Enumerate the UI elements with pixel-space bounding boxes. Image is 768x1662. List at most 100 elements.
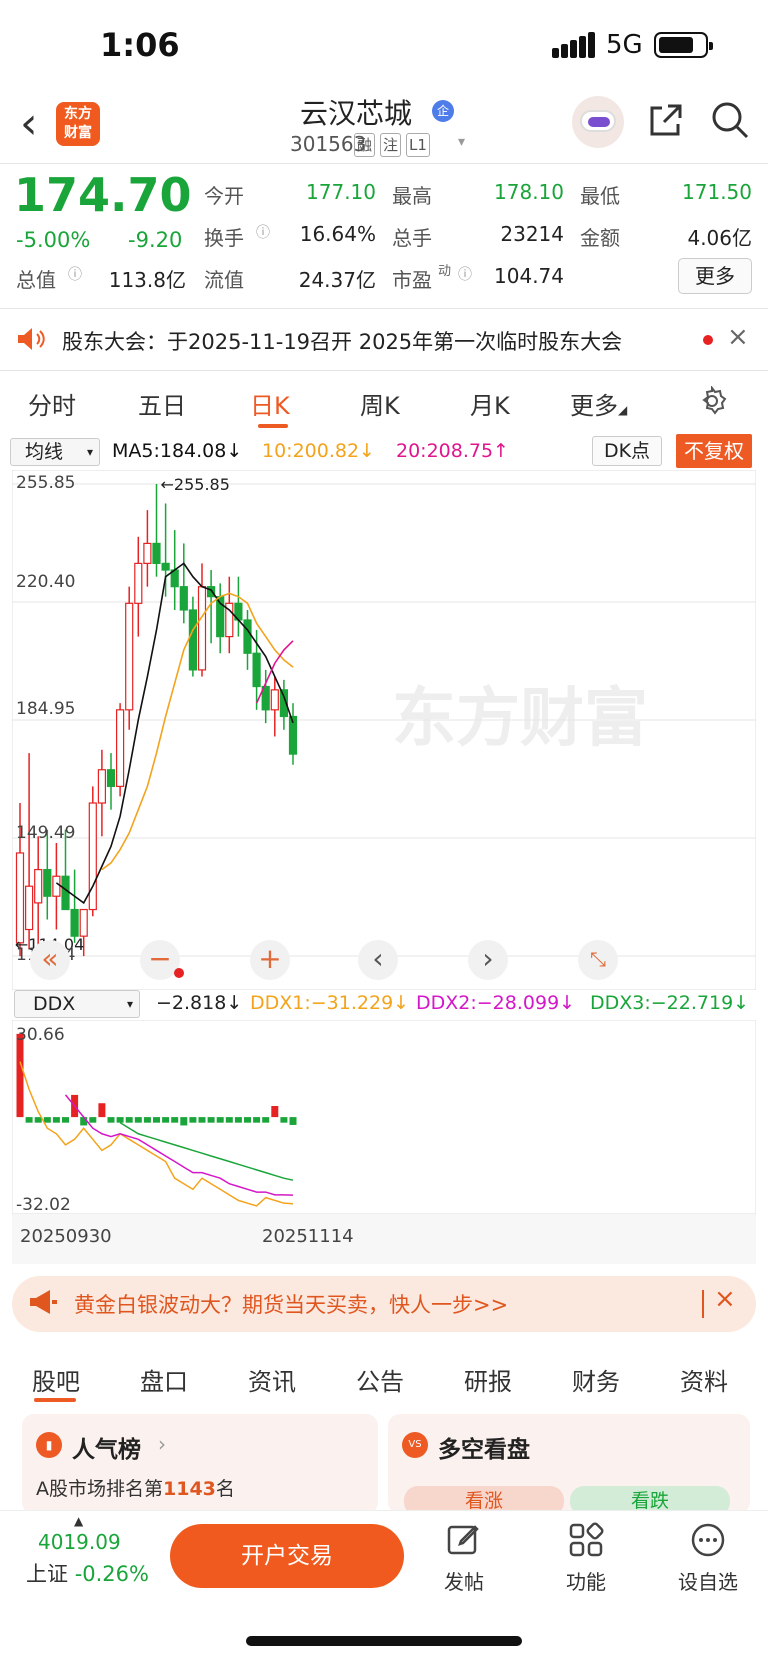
enterprise-badge-icon: 企 [432,100,454,122]
index-value[interactable]: 4019.09 [38,1530,121,1554]
candle-body [179,586,188,611]
quote-value-pe: 104.74 [494,264,564,288]
grid-icon[interactable] [568,1522,604,1558]
ddx-bar [171,1117,179,1123]
search-icon[interactable] [710,100,750,140]
ddx-bar [89,1117,97,1123]
open-account-trade-button[interactable]: 开户交易 [170,1524,404,1588]
active-tab-indicator [34,1398,76,1402]
candle-body [270,689,279,711]
tab-finance[interactable]: 财务 [572,1362,620,1397]
divider [702,1290,704,1318]
tab-intraday[interactable]: 分时 [28,386,76,421]
tag-level: L1 [406,133,430,157]
next-button[interactable]: › [468,940,508,980]
shareholder-meeting-notice[interactable]: 股东大会：于2025-11-19召开 2025年第一次临时股东大会 [62,326,622,356]
tab-announcements[interactable]: 公告 [356,1362,404,1397]
quote-value-low: 171.50 [682,180,752,204]
index-change[interactable]: 上证 -0.26% [26,1558,149,1588]
signal-icon [552,32,596,58]
quote-value-amount: 4.06亿 [687,226,752,250]
ddx-select[interactable]: DDX ▾ [14,990,140,1018]
y-tick-label: 220.40 [16,572,75,592]
tab-monthly-k[interactable]: 月K [470,386,510,421]
function-label[interactable]: 功能 [556,1566,616,1595]
quote-label-open: 今开 [204,184,244,208]
close-ad-button[interactable]: × [714,1284,736,1314]
candle-body [252,652,261,688]
add-favorite-label[interactable]: 设自选 [672,1566,744,1595]
info-icon[interactable]: ⓘ [256,222,270,242]
candle-body [243,619,252,654]
ma5-value: MA5:184.08↓ [112,440,243,462]
ddx-bar [271,1106,279,1118]
dk-point-button[interactable]: DK点 [592,436,662,466]
post-label[interactable]: 发帖 [434,1566,494,1595]
ddx-bar [52,1117,60,1123]
quote-label-high: 最高 [392,184,432,208]
prev-button[interactable]: ‹ [358,940,398,980]
tab-more[interactable]: 更多◢ [570,386,627,421]
chart-icon: ▮ [36,1432,62,1458]
candle-body [61,875,70,911]
active-tab-indicator [258,424,288,428]
tab-research[interactable]: 研报 [464,1362,512,1397]
date-axis [12,1214,756,1264]
more-dots-icon[interactable] [690,1522,726,1558]
indicator-dot [174,968,184,978]
more-quote-button[interactable]: 更多 [678,258,752,294]
ddx-bar [280,1117,288,1123]
candlestick-chart[interactable]: 东方财富 ←255.85 ←114.04 255.85 220.40 184.9… [12,470,756,990]
ddx-chart[interactable]: 30.66 -32.02 [12,1020,756,1220]
megaphone-icon [30,1290,57,1314]
ddx-bar [116,1117,124,1123]
tab-profile[interactable]: 资料 [680,1362,728,1397]
tab-five-day[interactable]: 五日 [138,386,186,421]
ddx2-value: DDX2:−28.099↓ [416,992,576,1014]
chevron-right-icon: › [158,1432,166,1456]
assistant-robot-icon[interactable] [572,96,624,148]
ddx-bar [207,1117,215,1123]
tab-order-book[interactable]: 盘口 [140,1362,188,1397]
tab-daily-k[interactable]: 日K [250,386,290,421]
candle-body [97,769,107,804]
app-logo[interactable]: 东方 财富 [56,102,100,146]
ad-text[interactable]: 黄金白银波动大？期货当天买卖，快人一步>> [74,1289,508,1319]
tab-news[interactable]: 资讯 [248,1362,296,1397]
ddx-bar [189,1117,197,1123]
candle-body [70,908,79,937]
divider [0,308,768,309]
ddx-bar [216,1117,224,1123]
quote-label-low: 最低 [580,184,620,208]
info-icon[interactable]: ⓘ [68,264,82,284]
adjustment-button[interactable]: 不复权 [676,434,752,468]
candle-body [88,802,97,911]
back-button[interactable]: ‹ [20,100,38,148]
quote-label-turnover: 换手 [204,226,244,250]
y-tick-label: 255.85 [16,473,75,493]
tab-forum[interactable]: 股吧 [32,1362,80,1397]
quote-label-volume: 总手 [392,226,432,250]
ma-select[interactable]: 均线 ▾ [10,438,100,466]
gear-icon[interactable] [697,386,727,416]
candle-body [125,602,134,711]
quote-value-float-cap: 24.37亿 [298,268,376,292]
edit-post-icon[interactable] [446,1522,482,1558]
change-percent: -5.00% [16,228,91,252]
rewind-icon[interactable]: « [30,940,70,980]
ddx-bar [62,1117,69,1123]
close-notice-button[interactable]: × [727,322,749,352]
fullscreen-icon[interactable]: ⤡ [578,940,618,980]
share-icon[interactable] [648,102,684,138]
divider [0,163,768,164]
info-icon[interactable]: ⓘ [458,264,472,284]
ddx3-value: DDX3:−22.719↓ [590,992,750,1014]
chevron-down-icon[interactable]: ▾ [458,134,465,150]
ddx-bar [234,1117,242,1123]
tab-weekly-k[interactable]: 周K [360,386,400,421]
ddx-bar [289,1117,297,1125]
ddx-bar [162,1117,170,1123]
candle-body [188,609,197,671]
zoom-in-button[interactable]: + [250,940,290,980]
divider [0,370,768,371]
